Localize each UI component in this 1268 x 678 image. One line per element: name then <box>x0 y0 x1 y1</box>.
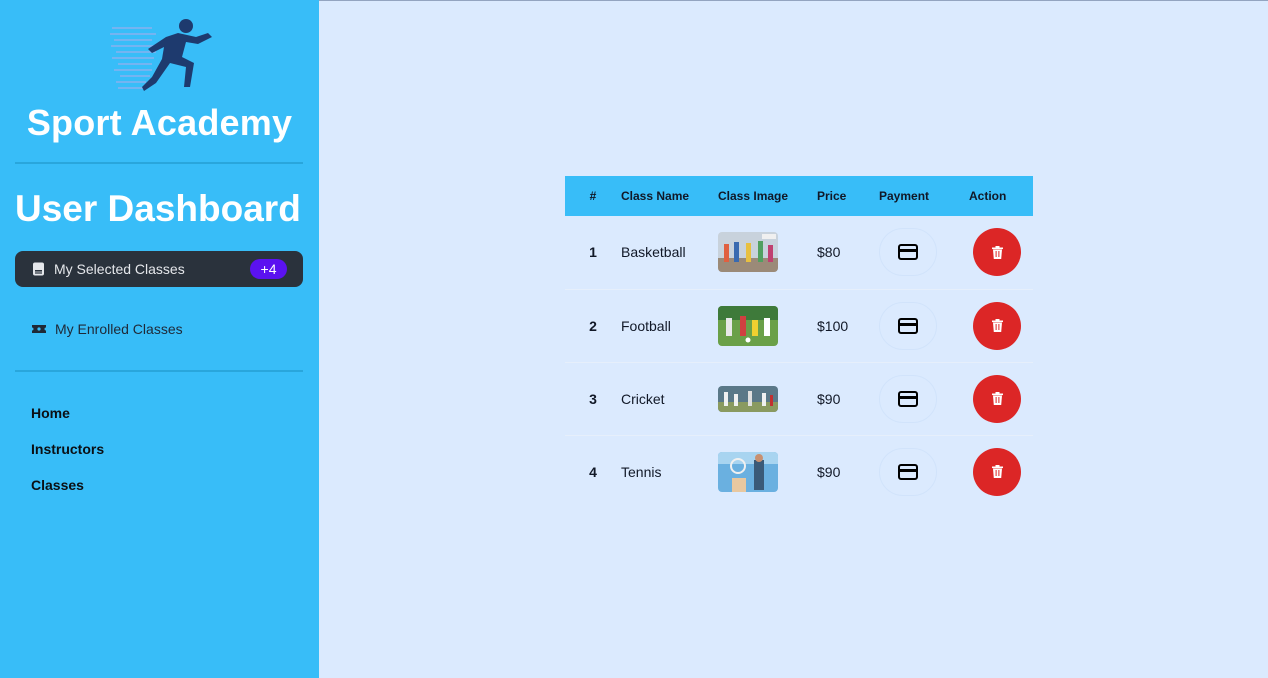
class-name: Basketball <box>621 216 718 290</box>
pay-button[interactable] <box>879 447 937 496</box>
brand-title: Sport Academy <box>26 102 293 143</box>
credit-card-icon <box>898 390 918 407</box>
book-icon <box>33 262 44 276</box>
selected-count-badge: +4 <box>250 259 287 279</box>
class-price: $90 <box>817 463 841 480</box>
class-price: $90 <box>817 362 879 436</box>
trash-icon <box>991 319 1003 332</box>
sidebar-item-label: My Selected Classes <box>54 261 185 277</box>
row-number: 1 <box>565 216 621 290</box>
sidebar-divider <box>15 370 303 372</box>
ticket-icon <box>32 325 46 333</box>
trash-icon <box>991 392 1003 405</box>
delete-button[interactable] <box>973 447 1021 496</box>
header-action: Action <box>969 176 1033 216</box>
class-name: Football <box>621 289 718 363</box>
class-price: $80 <box>817 216 879 290</box>
nav-link-classes[interactable]: Classes <box>31 477 84 493</box>
delete-button[interactable] <box>973 301 1021 350</box>
table-row: 2 Football $100 <box>565 289 1033 363</box>
nav-link-home[interactable]: Home <box>31 405 70 421</box>
pay-button[interactable] <box>879 374 937 423</box>
credit-card-icon <box>898 317 918 334</box>
sidebar-item-my-selected-classes[interactable]: My Selected Classes +4 <box>15 251 303 287</box>
delete-button[interactable] <box>973 228 1021 277</box>
trash-icon <box>991 245 1003 259</box>
dashboard-title: User Dashboard <box>15 188 301 229</box>
row-number: 4 <box>589 463 597 480</box>
table-row: 3 Cricket $90 <box>565 362 1033 436</box>
credit-card-icon <box>898 244 918 261</box>
nav-link-instructors[interactable]: Instructors <box>31 441 104 457</box>
row-number: 3 <box>565 362 621 436</box>
credit-card-icon <box>898 463 918 480</box>
basketball-class-image <box>718 232 778 273</box>
sidebar-item-my-enrolled-classes[interactable]: My Enrolled Classes <box>15 311 303 347</box>
table-header-row: # Class Name Class Image Price Payment A… <box>565 176 1033 216</box>
pay-button[interactable] <box>879 228 937 277</box>
sprinter-logo-icon <box>110 19 212 91</box>
sidebar: Sport Academy User Dashboard My Selected… <box>0 0 319 678</box>
football-class-image <box>718 305 778 346</box>
selected-classes-table: # Class Name Class Image Price Payment A… <box>565 176 1033 508</box>
header-payment: Payment <box>879 176 969 216</box>
class-name: Tennis <box>621 463 662 480</box>
row-number: 2 <box>565 289 621 363</box>
cricket-class-image <box>718 385 778 412</box>
class-name: Cricket <box>621 362 718 436</box>
header-class-name: Class Name <box>621 176 718 216</box>
tennis-class-image <box>718 451 778 492</box>
header-class-image: Class Image <box>718 176 817 216</box>
delete-button[interactable] <box>973 374 1021 423</box>
trash-icon <box>991 465 1003 479</box>
sidebar-item-label: My Enrolled Classes <box>55 321 183 337</box>
table-row: 1 Basketball $80 <box>565 216 1033 290</box>
sidebar-divider <box>15 162 303 164</box>
class-price: $100 <box>817 289 879 363</box>
table-row: 4 Tennis $90 <box>565 435 1033 508</box>
header-price: Price <box>817 176 879 216</box>
header-number: # <box>565 176 621 216</box>
pay-button[interactable] <box>879 301 937 350</box>
